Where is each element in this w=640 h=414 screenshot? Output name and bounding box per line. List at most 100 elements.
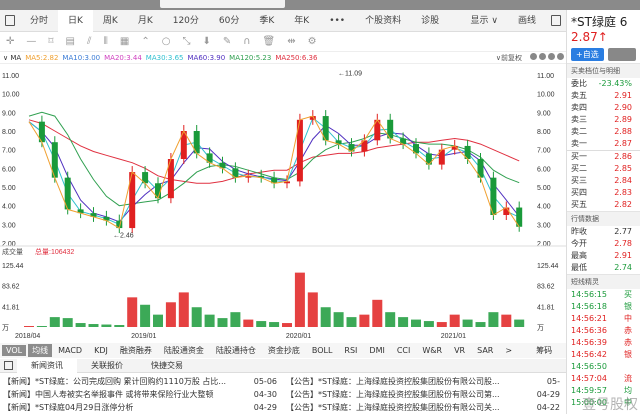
volume-bar: [449, 314, 460, 327]
sell-level-label: 卖五: [571, 91, 587, 100]
indicator-tab[interactable]: 资金抄底: [262, 345, 306, 356]
news-item[interactable]: 【公告】*ST绿庭：上海绿庭投资控股集团股份有限公司股... 05-: [283, 375, 566, 388]
news-date: 04-22: [536, 403, 560, 412]
elf-time: 14:56:15: [571, 290, 607, 299]
tab-2[interactable]: 周K: [93, 10, 128, 32]
volume-tick-right: 125.44: [537, 263, 559, 270]
magnet-icon[interactable]: ∩: [243, 36, 250, 47]
ma120-line: [28, 111, 520, 207]
indicator-tab[interactable]: SAR: [471, 346, 499, 355]
indicator-tab[interactable]: RSI: [338, 346, 363, 355]
stock-price: 2.87↑: [571, 30, 608, 44]
tab-8[interactable]: •••: [319, 10, 355, 32]
elf-row[interactable]: 14:56:36 赤: [567, 325, 640, 337]
indicator-tab[interactable]: W&R: [416, 346, 448, 355]
move-icon[interactable]: ⇹: [287, 36, 295, 47]
kline-chart[interactable]: 11.00 11.00 10.00 10.00 9.00 9.00 8.00 8.00 7.00…: [0, 64, 566, 343]
circle-icon[interactable]: ○: [162, 36, 171, 47]
tab-7[interactable]: 年K: [284, 10, 319, 32]
news-tab[interactable]: 新闻资讯: [17, 358, 77, 373]
sell-level: 卖一 2.87: [567, 138, 640, 150]
indicator-tab[interactable]: KDJ: [88, 346, 114, 355]
buy-level-label: 买二: [571, 164, 587, 173]
display-menu[interactable]: 显示 ∨: [461, 10, 508, 32]
volume-bar: [88, 324, 99, 327]
elf-row[interactable]: 14:56:15 买: [567, 289, 640, 301]
indicator-tab[interactable]: VR: [448, 346, 471, 355]
indicator-tab[interactable]: 融资融券: [114, 345, 158, 356]
vlines-icon[interactable]: ⦀: [103, 36, 107, 47]
crosshair-icon[interactable]: ✛: [6, 36, 14, 47]
trash-icon[interactable]: 🗑: [263, 36, 276, 47]
more-button[interactable]: [607, 48, 636, 61]
pen-icon[interactable]: ⤡: [182, 36, 190, 47]
indicator-tab[interactable]: 陆股通资金: [158, 345, 210, 356]
draw-line-button[interactable]: 画线: [508, 10, 546, 32]
quote-row-label: 最低: [571, 263, 587, 272]
news-item[interactable]: 【公告】*ST绿庭：上海绿庭投资控股集团股份有限公司第... 04-29: [283, 388, 566, 401]
indicator-tab[interactable]: CCI: [391, 346, 417, 355]
elf-row[interactable]: 14:56:18 银: [567, 301, 640, 313]
volume-bar: [204, 314, 215, 327]
brush-icon[interactable]: ✎: [223, 36, 231, 47]
news-item[interactable]: 【新闻】*ST绿庭04月29日涨停分析 04-29: [0, 401, 283, 414]
tab-9[interactable]: 个股资料: [355, 10, 411, 32]
indicator-tab[interactable]: DMI: [363, 346, 390, 355]
elf-row[interactable]: 14:57:04 流: [567, 373, 640, 385]
news-item[interactable]: 【公告】*ST绿庭：上海绿庭投资控股集团股份有限公司关... 04-22: [283, 401, 566, 414]
indicator-tab[interactable]: MACD: [52, 346, 88, 355]
chip-button[interactable]: 筹码: [518, 345, 570, 356]
ruler-icon[interactable]: ⫽: [87, 36, 91, 47]
indicator-tab[interactable]: 陆股通持仓: [210, 345, 262, 356]
indicator-tab-active[interactable]: 均线: [28, 344, 53, 357]
volume-bar: [114, 325, 125, 327]
line-icon[interactable]: —: [26, 36, 36, 47]
quote-title: 行情数据: [567, 211, 640, 226]
elf-signal: 银: [624, 302, 632, 311]
pin-icon[interactable]: ⬇: [202, 36, 210, 47]
tab-6[interactable]: 季K: [249, 10, 284, 32]
quote-row-value: 2.78: [614, 239, 632, 248]
volume-bar: [333, 312, 344, 327]
ma-toggle[interactable]: ∨ MA: [3, 54, 21, 62]
sidebar-toggle-icon[interactable]: [5, 15, 15, 26]
adjust-select[interactable]: ∨前复权: [496, 53, 522, 63]
zoom-icons[interactable]: [530, 53, 566, 62]
news-item[interactable]: 【新闻】中国人寿被实名举报事件 或将带来保险行业大整顿 04-30: [0, 388, 283, 401]
quote-row-label: 昨收: [571, 227, 587, 236]
tab-5[interactable]: 60分: [209, 10, 249, 32]
elf-row[interactable]: 14:56:21 中: [567, 313, 640, 325]
address-field[interactable]: [160, 0, 285, 8]
news-panel-toggle-icon[interactable]: [4, 361, 13, 370]
price-tick-left: 10.00: [2, 92, 20, 99]
rect-icon[interactable]: ⌑: [48, 36, 53, 47]
fib-icon[interactable]: ▤: [66, 36, 75, 47]
news-tab[interactable]: 快捷交易: [137, 359, 197, 373]
wave-icon[interactable]: ⌃: [141, 36, 149, 47]
volume-bar: [230, 312, 241, 327]
news-tab[interactable]: 关联报价: [77, 359, 137, 373]
volume-bar: [359, 314, 370, 327]
panel-toggle-icon[interactable]: [551, 15, 561, 26]
indicator-tab-active[interactable]: VOL: [2, 345, 27, 356]
volume-tick-left: 41.81: [2, 304, 20, 311]
volume-tick-right: 万: [537, 324, 544, 332]
elf-row[interactable]: 14:56:39 赤: [567, 337, 640, 349]
elf-row[interactable]: 14:56:42 银: [567, 349, 640, 361]
elf-row[interactable]: 14:56:50: [567, 361, 640, 373]
ma-value: MA30:3.65: [145, 53, 184, 62]
volume-bar: [423, 321, 434, 327]
channel-icon[interactable]: ▦: [120, 36, 129, 47]
settings-icon[interactable]: ⚙: [308, 36, 317, 47]
news-item[interactable]: 【新闻】*ST绿庭：公司完成回购 累计回购约1110万股 占比... 05-06: [0, 375, 283, 388]
drawing-toolbar: ✛ — ⌑ ▤ ⫽ ⦀ ▦ ⌃ ○ ⤡ ⬇ ✎ ∩ 🗑 ⇹ ⚙: [0, 32, 566, 52]
tab-0[interactable]: 分时: [20, 10, 58, 32]
indicator-tab[interactable]: BOLL: [306, 346, 339, 355]
tab-3[interactable]: 月K: [128, 10, 163, 32]
tab-10[interactable]: 诊股: [411, 10, 449, 32]
tab-1[interactable]: 日K: [58, 9, 93, 32]
indicator-tab[interactable]: >: [499, 346, 518, 355]
ratio-value: -23.43%: [598, 79, 632, 88]
tab-4[interactable]: 120分: [163, 10, 209, 32]
add-watchlist-button[interactable]: +自选: [571, 48, 604, 61]
